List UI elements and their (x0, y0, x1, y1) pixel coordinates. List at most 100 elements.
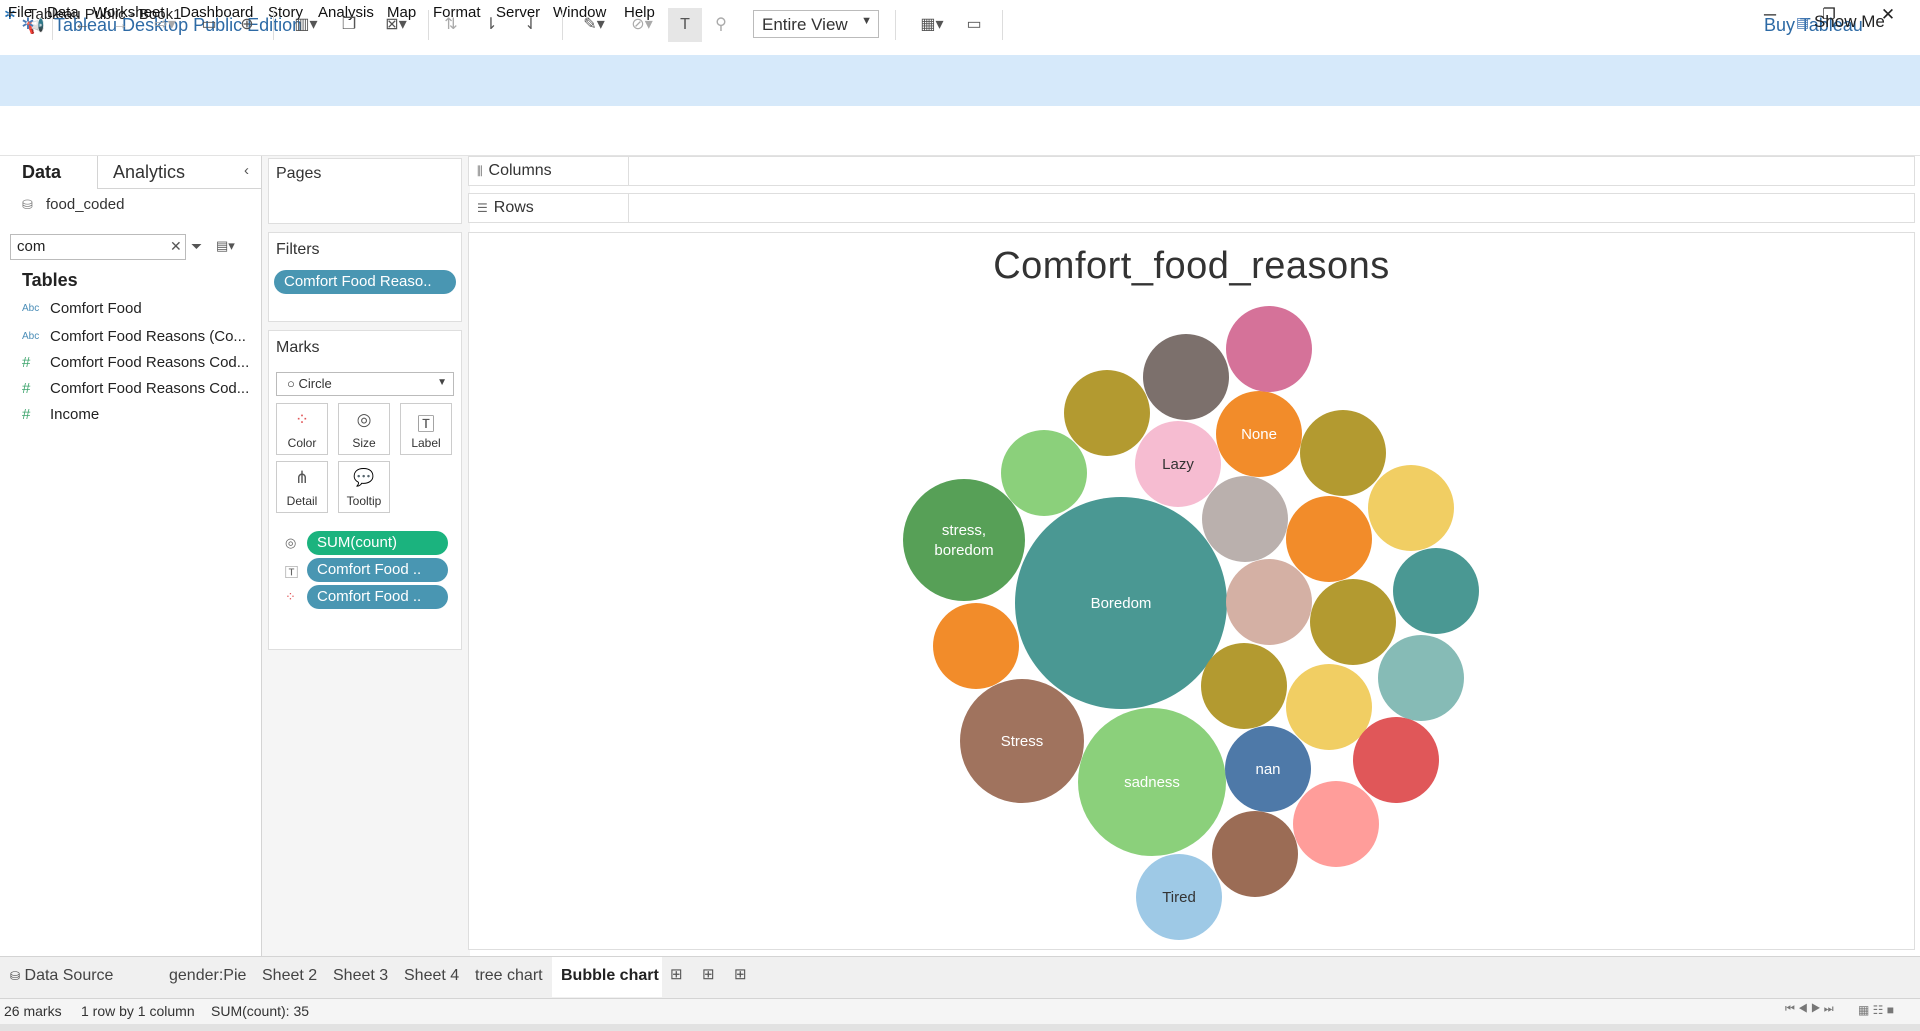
bubble[interactable] (1226, 559, 1312, 645)
color-button[interactable]: ⁘ Color (276, 403, 328, 455)
taskbar-strip (0, 1024, 1920, 1031)
new-story-icon[interactable]: ⊞ (734, 965, 747, 983)
bubble[interactable] (1368, 465, 1454, 551)
tab-gender-pie[interactable]: gender:Pie (169, 967, 246, 985)
number-field-icon: # (22, 380, 31, 397)
field-item[interactable]: Abc Comfort Food (22, 300, 258, 324)
tab-divider (97, 188, 262, 189)
bubble-chart[interactable]: Boredomsadnessstress, boredomStressnanLaz… (468, 232, 1915, 950)
bubble[interactable] (1226, 306, 1312, 392)
redo-icon[interactable]: → (110, 13, 130, 37)
color-pill[interactable]: Comfort Food .. (307, 585, 448, 609)
field-search-input[interactable]: com (10, 234, 186, 260)
field-item[interactable]: # Comfort Food Reasons Cod... (22, 380, 258, 404)
tab-analytics[interactable]: Analytics (113, 162, 185, 183)
bubble[interactable] (1286, 664, 1372, 750)
datasource-icon: ⛁ (22, 197, 33, 212)
bubble[interactable] (1001, 430, 1087, 516)
size-icon: ◎ (356, 410, 372, 429)
duplicate-sheet-icon[interactable]: ❐ (338, 13, 360, 37)
bubble[interactable] (1212, 811, 1298, 897)
toolbar-separator (52, 10, 53, 40)
replay-icon[interactable]: ⇨▾ (148, 13, 182, 37)
detail-button[interactable]: ⋔ Detail (276, 461, 328, 513)
tab-tree-chart[interactable]: tree chart (475, 967, 543, 985)
filters-title: Filters (276, 241, 320, 258)
tooltip-icon: 💬 (353, 468, 375, 487)
tab-divider (97, 156, 98, 188)
bubble[interactable] (1202, 476, 1288, 562)
tab-sheet-2[interactable]: Sheet 2 (262, 967, 317, 985)
status-marks: 26 marks (4, 1003, 62, 1019)
fit-dropdown-value: Entire View (762, 15, 848, 34)
bubble[interactable] (1393, 548, 1479, 634)
highlight-icon[interactable]: ✎▾ (576, 13, 612, 37)
clear-sheet-icon[interactable]: ⊠▾ (376, 13, 416, 37)
columns-shelf[interactable]: ⫼ Columns (468, 156, 1915, 186)
label-label: Label (411, 436, 441, 450)
tab-sheet-4[interactable]: Sheet 4 (404, 967, 459, 985)
size-encoding-icon: ◎ (285, 535, 297, 550)
bubble[interactable] (1201, 643, 1287, 729)
show-cards-icon[interactable]: ▦▾ (912, 13, 952, 37)
presentation-mode-icon[interactable]: ▭ (962, 13, 986, 37)
status-dims: 1 row by 1 column (81, 1003, 195, 1019)
field-label: Comfort Food Reasons Cod... (50, 354, 250, 371)
show-me-label: Show Me (1813, 12, 1885, 31)
view-options-icon[interactable]: ▤▾ (216, 238, 235, 254)
bubble[interactable] (933, 603, 1019, 689)
toolbar-separator (273, 10, 274, 40)
tab-sheet-3[interactable]: Sheet 3 (333, 967, 388, 985)
field-item[interactable]: Abc Comfort Food Reasons (Co... (22, 328, 258, 352)
collapse-pane-icon[interactable]: ‹ (244, 162, 249, 179)
show-mark-labels-icon[interactable]: T (668, 8, 702, 42)
rows-label: Rows (493, 199, 534, 216)
bubble[interactable] (1310, 579, 1396, 665)
undo-icon[interactable]: ← (72, 13, 92, 37)
sort-ascending-icon[interactable]: ⇂ (480, 13, 502, 37)
tab-label: Data Source (24, 967, 114, 984)
sheet-nav-controls[interactable]: ⏮ ◀ ▶ ⏭ (1785, 1003, 1834, 1016)
rows-shelf[interactable]: ☰ Rows (468, 193, 1915, 223)
tab-bubble-chart[interactable]: Bubble chart (561, 967, 659, 985)
toolbar-separator (428, 10, 429, 40)
mark-type-dropdown[interactable]: ○ Circle ▼ (276, 372, 454, 396)
filter-icon[interactable]: ⏷ (191, 238, 202, 255)
bubble[interactable] (1378, 635, 1464, 721)
new-dashboard-icon[interactable]: ⊞ (702, 965, 715, 983)
datasource-name[interactable]: food_coded (46, 196, 124, 213)
new-worksheet-icon[interactable]: ⊞ (670, 965, 683, 983)
bubble[interactable] (1143, 334, 1229, 420)
bubble[interactable] (1064, 370, 1150, 456)
new-worksheet-icon[interactable]: ▥▾ (288, 13, 324, 37)
size-button[interactable]: ◎ Size (338, 403, 390, 455)
bubble[interactable] (1286, 496, 1372, 582)
bubble-stress-boredom[interactable] (903, 479, 1025, 601)
label-pill[interactable]: Comfort Food .. (307, 558, 448, 582)
label-button[interactable]: 🅃 Label (400, 403, 452, 455)
tab-data[interactable]: Data (22, 162, 61, 183)
bubble-label: nan (1255, 761, 1280, 778)
filter-pill[interactable]: Comfort Food Reaso.. (274, 270, 456, 294)
clear-search-icon[interactable]: ✕ (170, 238, 182, 255)
tableau-home-icon[interactable]: ✲ (18, 13, 38, 37)
bubble[interactable] (1300, 410, 1386, 496)
sheet-view-icons[interactable]: ▦ ☷ ■ (1858, 1003, 1894, 1017)
group-members-icon[interactable]: ⊘▾ (624, 13, 660, 37)
add-datasource-icon[interactable]: ⊕ (236, 13, 258, 37)
save-icon[interactable]: ▭ (198, 13, 220, 37)
fix-axes-icon[interactable]: ⚲ (710, 13, 732, 37)
bubble[interactable] (1293, 781, 1379, 867)
tab-data-source[interactable]: ⛁ Data Source (10, 967, 113, 985)
bubble[interactable] (1353, 717, 1439, 803)
tooltip-button[interactable]: 💬 Tooltip (338, 461, 390, 513)
detail-label: Detail (286, 494, 318, 508)
field-item[interactable]: # Comfort Food Reasons Cod... (22, 354, 258, 378)
size-pill[interactable]: SUM(count) (307, 531, 448, 555)
field-label: Income (50, 406, 100, 423)
fit-dropdown[interactable]: Entire View ▼ (753, 10, 879, 38)
field-item[interactable]: # Income (22, 406, 258, 430)
sort-descending-icon[interactable]: ⇃ (520, 13, 542, 37)
show-me-button[interactable]: ▤ Show Me (1796, 12, 1885, 32)
swap-rows-columns-icon[interactable]: ⇅ (440, 13, 462, 37)
